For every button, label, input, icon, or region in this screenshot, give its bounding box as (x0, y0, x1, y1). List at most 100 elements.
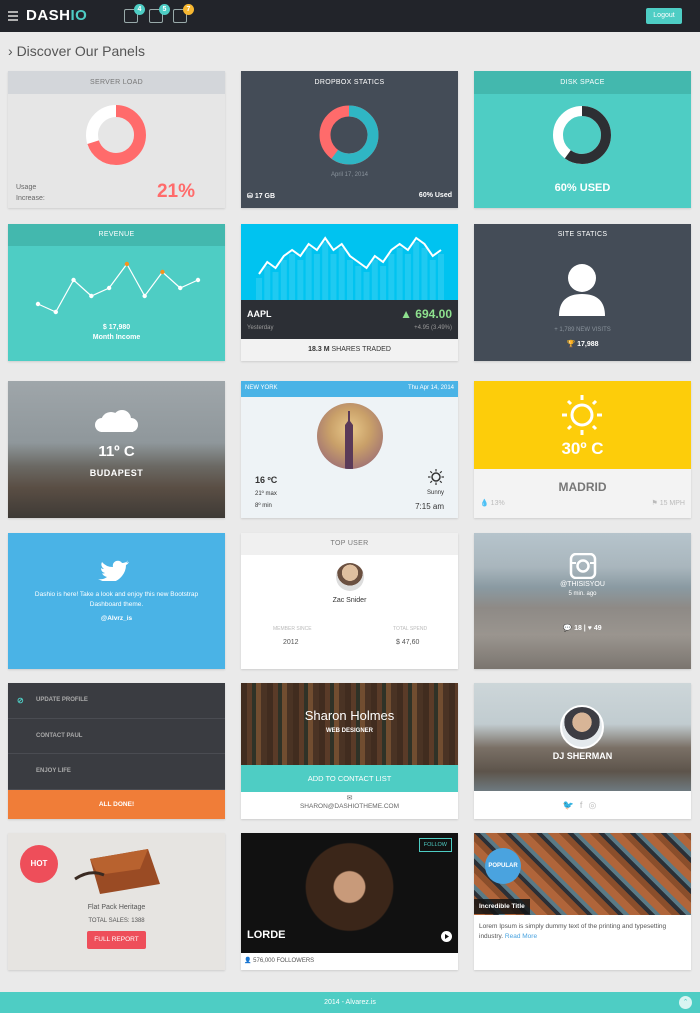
bell-icon[interactable]: 7 (173, 4, 194, 23)
revenue-point (71, 277, 76, 283)
follow-button[interactable]: FOLLOW (418, 838, 452, 852)
cloud-icon (95, 410, 138, 432)
stock-symbol: AAPL (247, 309, 272, 319)
weather-temp: 16 ºC (255, 475, 278, 485)
stock-bar (305, 248, 312, 300)
stock-bar (280, 260, 287, 300)
tasks-icon[interactable]: 4 (124, 4, 145, 23)
check-icon: ⊘ (17, 696, 24, 705)
stock-bar (313, 254, 320, 300)
dj-panel: DJ SHERMAN 🐦f◎ (474, 683, 691, 819)
revenue-point (124, 261, 130, 267)
revenue-point (195, 277, 201, 283)
add-contact-button[interactable]: ADD TO CONTACT LIST (241, 765, 458, 792)
stock-panel: AAPL Yesterday ▲ 694.00 +4.95 (3.49%) 18… (241, 224, 458, 361)
tweet-text: Dashio is here! Take a look and enjoy th… (34, 591, 199, 608)
weather-max: 21º max (255, 491, 277, 497)
instagram-user[interactable]: @THISISYOU (474, 581, 691, 588)
logo[interactable]: DASHIO (26, 7, 87, 24)
go-top-icon[interactable]: ⌃ (679, 996, 692, 1009)
building-icon (345, 411, 353, 469)
revenue-point (35, 301, 41, 307)
product-sales: TOTAL SALES: 1388 (88, 918, 145, 924)
tasks-badge: 4 (134, 4, 145, 15)
instagram-panel: @THISISYOU 5 min. ago 💬 18 | ♥ 49 (474, 533, 691, 669)
instagram-time: 5 min. ago (568, 591, 597, 597)
revenue-point (106, 285, 112, 291)
stock-bar (272, 272, 279, 300)
blog-image: POPULAR Incredible Title (474, 833, 691, 915)
twitter-icon (98, 560, 129, 581)
disk-label: 60% USED (554, 182, 611, 194)
dj-cover: DJ SHERMAN (474, 683, 691, 791)
instagram-icon (569, 553, 597, 579)
stock-bar (404, 254, 411, 300)
madrid-weather-panel: 30º C MADRID 💧 13% ⚑ 15 MPH (474, 381, 691, 518)
revenue-amount: $ 17,980 Month Income (92, 324, 141, 341)
user-name: Zac Snider (332, 597, 367, 604)
todo-item[interactable]: ENJOY LIFE (8, 754, 225, 790)
top-user-panel: TOP USER Zac Snider MEMBER SINCE TOTAL S… (241, 533, 458, 669)
dropbox-size: ⛁ 17 GB (247, 193, 276, 200)
bell-badge: 7 (183, 4, 194, 15)
panel-title: SITE STATICS (557, 231, 608, 238)
weather-date: Thu Apr 14, 2014 (407, 385, 454, 391)
stock-bar (264, 266, 271, 300)
stock-bar (330, 254, 337, 300)
madrid-city: MADRID (558, 480, 607, 494)
todo-panel: ⊘ UPDATE PROFILE CONTACT PAUL ENJOY LIFE… (8, 683, 225, 819)
stock-bar (429, 260, 436, 300)
todo-item[interactable]: CONTACT PAUL (8, 719, 225, 754)
stock-bar (338, 248, 345, 300)
all-done-button[interactable]: ALL DONE! (8, 789, 225, 819)
revenue-point (178, 285, 183, 291)
stock-bar (355, 266, 362, 300)
profile-role: WEB DESIGNER (325, 728, 373, 734)
stock-bar (421, 248, 428, 300)
avatar (336, 563, 364, 591)
dropbox-date: April 17, 2014 (330, 172, 369, 178)
mail-icon[interactable]: 5 (149, 4, 170, 23)
read-more-link[interactable]: Read More (505, 933, 537, 940)
footer-text: 2014 - Alvarez.is (324, 999, 376, 1006)
profile-email[interactable]: SHARON@DASHIOTHEME.COM (241, 803, 458, 810)
mail-badge: 5 (159, 4, 170, 15)
madrid-wind: ⚑ 15 MPH (651, 500, 685, 507)
menu-icon[interactable] (8, 11, 18, 21)
stock-bar (388, 254, 395, 300)
sun-icon (428, 469, 444, 485)
blog-text: Lorem Ipsum is simply dummy text of the … (479, 923, 667, 940)
panel-title: SERVER LOAD (8, 71, 225, 94)
stock-price: ▲ 694.00 (400, 307, 452, 321)
footer: 2014 - Alvarez.is ⌃ (0, 992, 700, 1013)
stock-change: +4.95 (3.49%) (414, 325, 452, 331)
play-icon[interactable] (441, 931, 452, 942)
dropbox-panel: DROPBOX STATICS April 17, 2014 ⛁ 17 GB 6… (241, 71, 458, 208)
new-visits: + 1,789 NEW VISITS (554, 327, 611, 333)
stock-bar (380, 266, 387, 300)
madrid-top: 30º C (474, 381, 691, 469)
dropbox-used: 60% Used (418, 192, 452, 199)
artist-name: LORDE (247, 929, 286, 941)
dribbble-icon[interactable]: ◎ (588, 800, 602, 810)
twitter-icon[interactable]: 🐦 (563, 800, 580, 810)
stock-bar (289, 254, 296, 300)
site-statics-panel: SITE STATICS + 1,789 NEW VISITS 🏆 17,988 (474, 224, 691, 361)
followers-count: 👤 576,000 FOLLOWERS (244, 958, 315, 964)
top-bar: DASHIO 4 5 7 Logout (0, 0, 700, 32)
tweet-handle[interactable]: @Alvrz_is (8, 615, 225, 622)
panel-title: REVENUE (8, 224, 225, 246)
envelope-icon: ✉ (346, 795, 353, 802)
shares-traded: 18.3 M SHARES TRADED (308, 346, 391, 353)
popular-badge: POPULAR (485, 848, 521, 884)
stock-yesterday: Yesterday (247, 325, 274, 331)
weather-time: 7:15 am (415, 502, 444, 511)
sun-icon (562, 395, 602, 435)
full-report-button[interactable]: FULL REPORT (87, 931, 146, 949)
stock-bar (413, 242, 420, 300)
blog-panel: POPULAR Incredible Title Lorem Ipsum is … (474, 833, 691, 970)
logout-button[interactable]: Logout (646, 8, 682, 24)
todo-item[interactable]: ⊘ UPDATE PROFILE (8, 683, 225, 719)
stock-bar (347, 260, 353, 300)
revenue-point (53, 309, 58, 315)
